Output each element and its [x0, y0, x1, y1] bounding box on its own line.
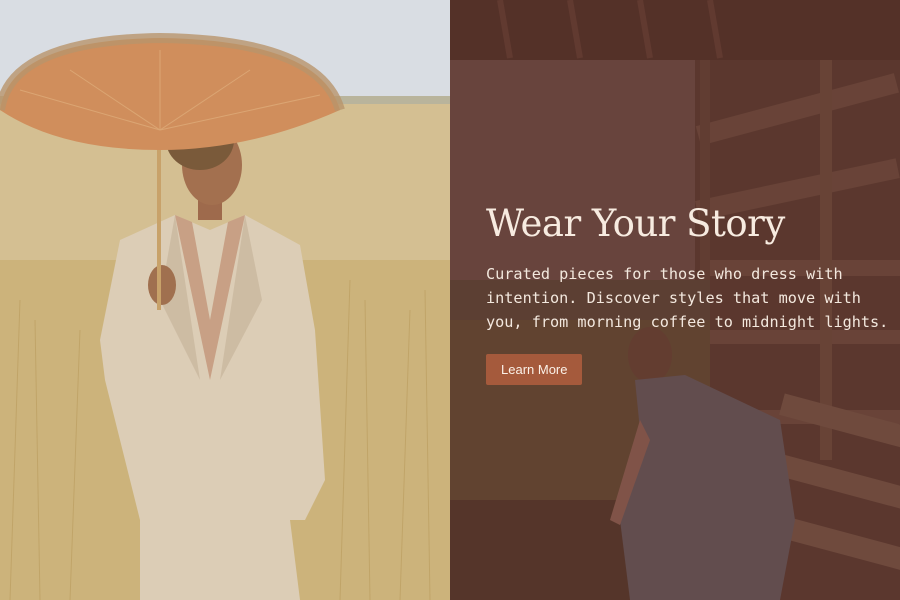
hero-content: Wear Your Story Curated pieces for those…: [486, 200, 891, 385]
hero-image-left: [0, 0, 450, 600]
wheat-field-photo: [0, 0, 450, 600]
hero-title: Wear Your Story: [486, 202, 785, 245]
hero-section: Wear Your Story Curated pieces for those…: [0, 0, 900, 600]
learn-more-button[interactable]: Learn More: [486, 354, 583, 385]
hero-subtitle: Curated pieces for those who dress with …: [486, 265, 889, 331]
